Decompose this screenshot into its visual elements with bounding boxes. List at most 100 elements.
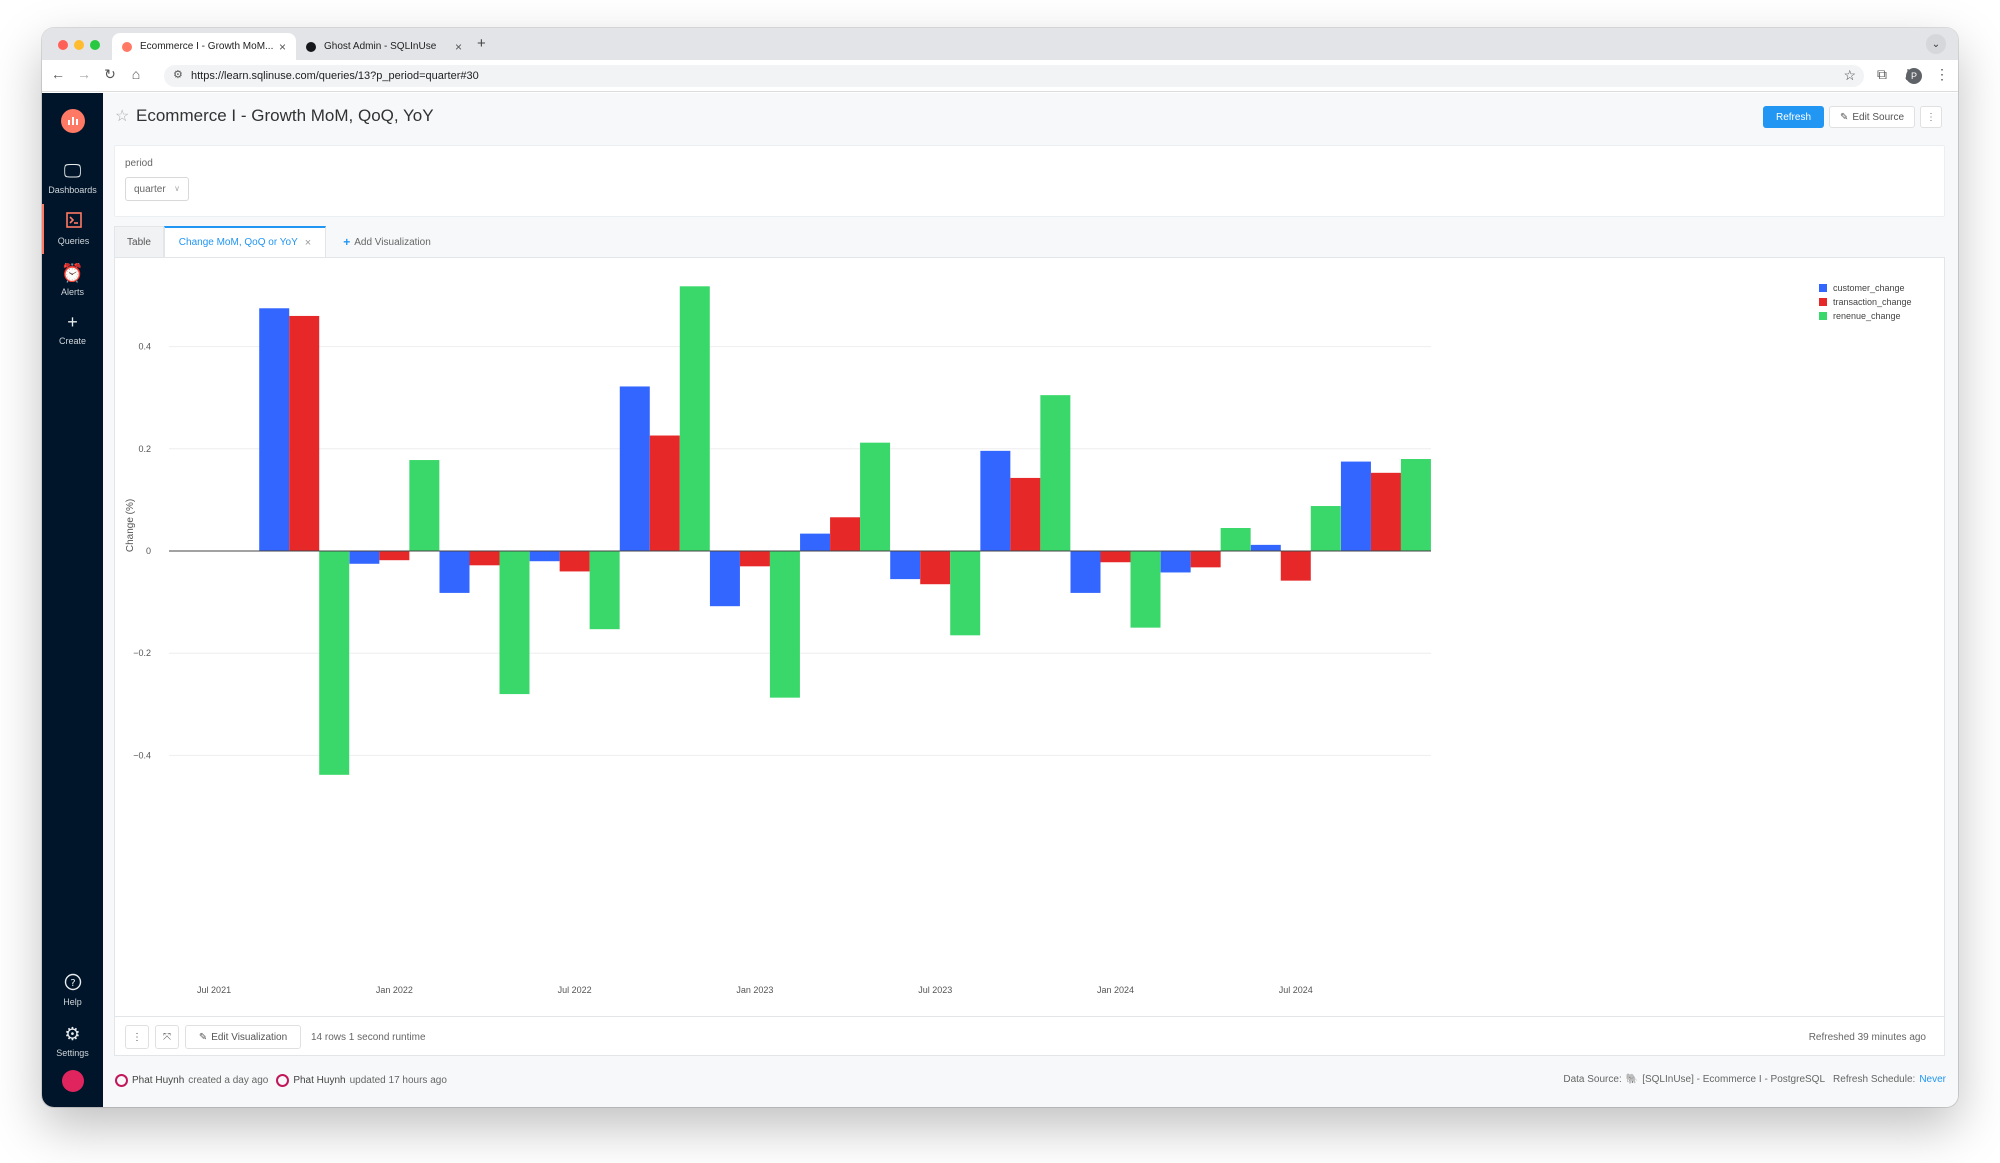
user-avatar[interactable] [62, 1070, 84, 1092]
author-name: Phat Huynh [132, 1075, 185, 1086]
help-icon: ? [64, 973, 82, 995]
edit-visualization-button[interactable]: ✎ Edit Visualization [185, 1025, 301, 1049]
sidebar-item-alerts[interactable]: ⏰ Alerts [42, 255, 103, 305]
period-select[interactable]: quarter ∨ [125, 177, 189, 201]
bar-transaction_change [289, 315, 320, 551]
favorite-star-icon[interactable]: ☆ [115, 106, 129, 126]
updater-name: Phat Huynh [293, 1075, 346, 1086]
extensions-icon[interactable]: ⧉ [1872, 66, 1892, 83]
tab-change-mom-qoq-yoy[interactable]: Change MoM, QoQ or YoY × [164, 226, 326, 258]
edit-icon: ✎ [198, 1031, 208, 1043]
bar-renenue_change [409, 460, 440, 551]
address-bar[interactable]: ⚙ https://learn.sqlinuse.com/queries/13?… [164, 65, 1864, 87]
browser-toolbar: ← → ↻ ⌂ ⚙ https://learn.sqlinuse.com/que… [42, 60, 1958, 92]
legend-swatch [1819, 284, 1827, 292]
legend-swatch [1819, 312, 1827, 320]
bar-renenue_change [860, 442, 891, 551]
bar-transaction_change [1280, 551, 1311, 581]
bar-transaction_change [469, 551, 500, 566]
bar-renenue_change [499, 551, 530, 695]
terminal-icon [65, 212, 82, 234]
bar-transaction_change [649, 435, 680, 551]
bar-customer_change [1070, 551, 1101, 593]
browser-menu-icon[interactable]: ⋮ [1932, 66, 1952, 83]
bookmark-star-icon[interactable]: ☆ [1843, 67, 1856, 84]
reload-icon[interactable]: ↻ [100, 66, 120, 83]
plus-icon: + [67, 312, 78, 332]
forward-arrow-icon[interactable]: → [74, 66, 94, 82]
svg-text:?: ? [70, 978, 75, 989]
query-authorship: Phat Huynh created a day ago Phat Huynh … [115, 1074, 447, 1087]
bar-customer_change [890, 551, 921, 580]
chevron-down-icon: ∨ [174, 184, 180, 193]
browser-tab-ghost[interactable]: Ghost Admin - SQLInUse × [296, 33, 472, 60]
bar-renenue_change [769, 551, 800, 698]
refreshed-time: Refreshed 39 minutes ago [1808, 1032, 1926, 1043]
add-visualization-button[interactable]: + Add Visualization [332, 226, 442, 258]
refresh-button[interactable]: Refresh [1763, 106, 1824, 128]
bar-customer_change [1250, 544, 1281, 551]
postgresql-icon: 🐘 [1625, 1074, 1639, 1085]
close-tab-icon[interactable]: × [455, 40, 462, 54]
sidebar-item-dashboards[interactable]: 🖵 Dashboards [42, 153, 103, 203]
browser-window: Ecommerce I - Growth MoM... × Ghost Admi… [42, 28, 1958, 1107]
sidebar-item-queries[interactable]: Queries [42, 204, 103, 254]
param-label-period: period [125, 158, 153, 169]
legend-label: transaction_change [1833, 297, 1912, 307]
bar-transaction_change [559, 551, 590, 572]
redash-logo-icon[interactable] [61, 109, 85, 133]
gear-icon: ⚙ [64, 1024, 81, 1044]
x-tick-label: Jul 2022 [558, 985, 592, 995]
profile-avatar[interactable]: P [1906, 68, 1922, 84]
site-settings-icon[interactable]: ⚙ [173, 68, 183, 81]
x-tick-label: Jul 2024 [1279, 985, 1313, 995]
tab-table[interactable]: Table [114, 226, 164, 258]
bar-customer_change [349, 551, 380, 564]
bar-renenue_change [1400, 459, 1431, 551]
bar-customer_change [439, 551, 470, 593]
redash-favicon-icon [122, 41, 132, 52]
data-source-info: Data Source: 🐘 [SQLInUse] - Ecommerce I … [1563, 1074, 1946, 1085]
page-footer: Phat Huynh created a day ago Phat Huynh … [103, 1063, 1958, 1093]
close-window-button[interactable] [58, 40, 68, 50]
close-tab-icon[interactable]: × [305, 237, 311, 249]
refresh-schedule-link[interactable]: Never [1919, 1074, 1946, 1085]
bar-transaction_change [1100, 551, 1131, 563]
bar-transaction_change [830, 517, 861, 551]
sidebar-item-help[interactable]: ? Help [42, 965, 103, 1015]
bar-transaction_change [920, 551, 951, 585]
data-source-name: [SQLInUse] - Ecommerce I - PostgreSQL [1642, 1074, 1826, 1085]
query-runtime-meta: 14 rows 1 second runtime [311, 1032, 426, 1043]
tab-search-chevron-icon[interactable]: ⌄ [1926, 34, 1946, 54]
bar-transaction_change [739, 551, 770, 567]
page-title: Ecommerce I - Growth MoM, QoQ, YoY [136, 106, 434, 125]
bar-customer_change [259, 308, 290, 551]
x-tick-label: Jan 2024 [1097, 985, 1134, 995]
sidebar-item-settings[interactable]: ⚙ Settings [42, 1016, 103, 1066]
new-tab-button[interactable]: + [477, 35, 486, 52]
bar-renenue_change [950, 551, 981, 636]
legend-swatch [1819, 298, 1827, 306]
sidebar-item-create[interactable]: + Create [42, 304, 103, 354]
legend-label: customer_change [1833, 283, 1905, 293]
viz-options-button[interactable]: ⋮ [125, 1025, 149, 1049]
maximize-window-button[interactable] [90, 40, 100, 50]
bar-renenue_change [679, 286, 710, 551]
redash-app: 🖵 Dashboards Queries ⏰ Alerts + Create ? [42, 93, 1958, 1107]
edit-source-button[interactable]: ✎ Edit Source [1829, 106, 1915, 128]
x-tick-label: Jul 2023 [918, 985, 952, 995]
more-options-button[interactable]: ⋮ [1920, 106, 1942, 128]
bar-customer_change [800, 533, 831, 551]
browser-tab-ecommerce[interactable]: Ecommerce I - Growth MoM... × [112, 33, 296, 60]
bar-renenue_change [1040, 395, 1071, 551]
back-arrow-icon[interactable]: ← [48, 66, 68, 82]
y-tick-label: 0.2 [138, 444, 151, 454]
fullscreen-button[interactable]: ⤧ [155, 1025, 179, 1049]
bar-customer_change [1160, 551, 1191, 573]
home-icon[interactable]: ⌂ [126, 66, 146, 82]
logo-bars-icon [68, 117, 78, 125]
close-tab-icon[interactable]: × [279, 40, 286, 54]
page-header: ☆ Ecommerce I - Growth MoM, QoQ, YoY Ref… [103, 93, 1958, 143]
y-tick-label: −0.4 [133, 750, 151, 760]
minimize-window-button[interactable] [74, 40, 84, 50]
